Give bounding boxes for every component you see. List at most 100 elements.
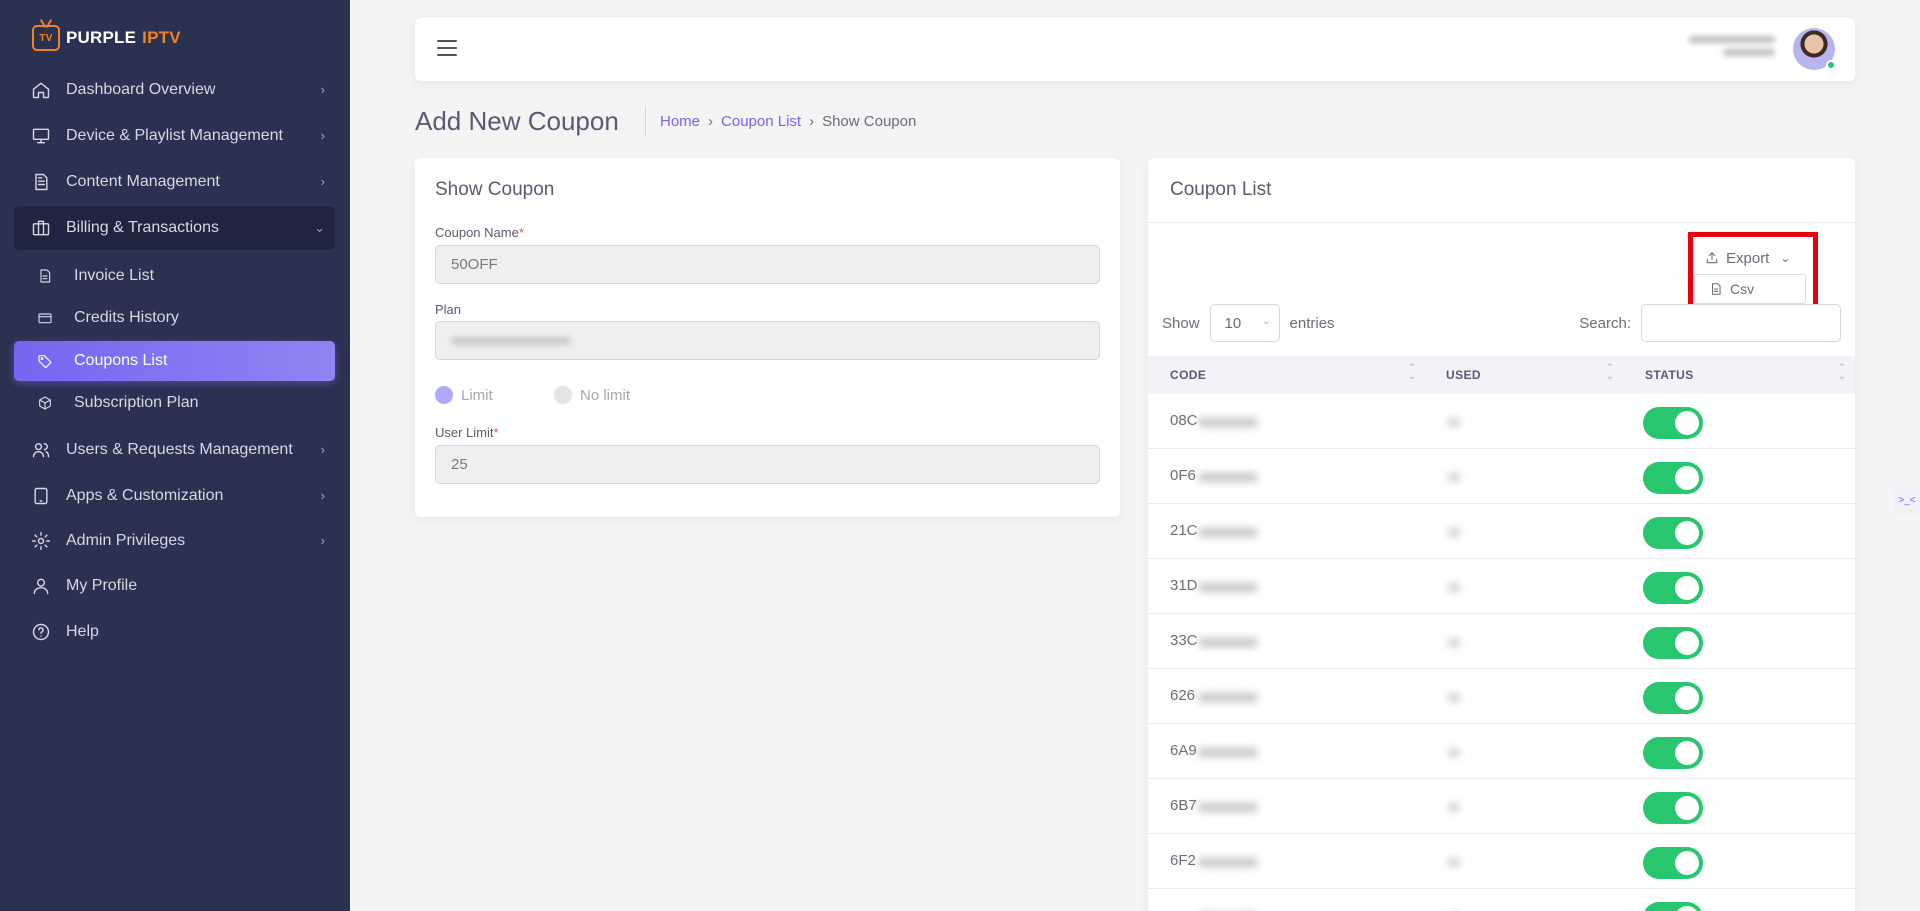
sidebar-item-label: Content Management [66, 173, 220, 190]
sidebar-item-label: Billing & Transactions [66, 219, 219, 236]
avatar[interactable] [1793, 28, 1836, 70]
sidebar-subitem-invoice-list[interactable]: Invoice List [14, 256, 335, 296]
required-mark: * [518, 225, 524, 240]
sidebar-item-label: Apps & Customization [66, 487, 224, 504]
coupon-code-blurred [1198, 528, 1258, 537]
coupon-code-cell: 6F2 [1170, 852, 1196, 869]
sidebar-item-label: My Profile [66, 577, 138, 594]
breadcrumb: Home › Coupon List › Show Coupon [660, 113, 916, 130]
sidebar-subitem-coupons-list[interactable]: Coupons List [14, 341, 335, 381]
toggle-knob [1675, 741, 1699, 765]
sidebar-item-label: Device & Playlist Management [66, 127, 283, 144]
status-toggle[interactable] [1643, 407, 1703, 439]
table-search: Search: [1579, 304, 1841, 342]
chevron-right-icon: › [320, 128, 325, 143]
sort-icon[interactable]: ⌃ ⌄ [1606, 363, 1614, 381]
radio-no-limit[interactable]: No limit [554, 386, 630, 404]
search-input[interactable] [1641, 304, 1841, 342]
table-row: 6F2 [1148, 834, 1855, 889]
sidebar-item-billing[interactable]: Billing & Transactions ⌄ [14, 206, 335, 250]
chevron-right-icon: › [320, 442, 325, 457]
user-icon [30, 575, 52, 597]
used-count-blurred [1448, 528, 1460, 537]
breadcrumb-coupon-list-link[interactable]: Coupon List [721, 113, 801, 130]
brand-logo[interactable]: TV PURPLE IPTV [32, 22, 181, 54]
monitor-icon [30, 125, 52, 147]
chevron-right-icon: › [320, 82, 325, 97]
sidebar-subitem-label: Subscription Plan [74, 394, 199, 411]
coupon-name-field[interactable]: 50OFF [435, 245, 1100, 284]
chevron-down-icon: ⌄ [1780, 251, 1791, 265]
required-mark: * [493, 425, 499, 440]
credit-card-icon [36, 309, 54, 327]
sidebar-item-content[interactable]: Content Management › [14, 160, 335, 204]
chevron-down-icon: ⌄ [314, 220, 325, 235]
toggle-knob [1675, 631, 1699, 655]
help-icon [30, 621, 52, 643]
sidebar-item-my-profile[interactable]: My Profile [14, 564, 335, 608]
user-limit-field[interactable]: 25 [435, 445, 1100, 484]
sidebar-item-label: Admin Privileges [66, 532, 186, 549]
hamburger-menu-icon[interactable] [437, 40, 457, 56]
column-header-status[interactable]: STATUS [1645, 368, 1694, 382]
export-csv-option[interactable]: Csv [1694, 274, 1806, 304]
status-toggle[interactable] [1643, 627, 1703, 659]
gear-icon [30, 530, 52, 552]
title-divider [645, 106, 646, 136]
table-row: 6B7 [1148, 779, 1855, 834]
table-row: 21C [1148, 504, 1855, 559]
sidebar-item-admin-privileges[interactable]: Admin Privileges › [14, 519, 335, 563]
status-toggle[interactable] [1643, 572, 1703, 604]
column-header-used[interactable]: USED [1446, 368, 1481, 382]
sidebar-item-help[interactable]: Help [14, 610, 335, 654]
sidebar: TV PURPLE IPTV Dashboard Overview › Devi… [0, 0, 350, 911]
breadcrumb-current: Show Coupon [822, 113, 917, 130]
toggle-knob [1675, 411, 1699, 435]
box-icon [36, 394, 54, 412]
status-toggle[interactable] [1643, 792, 1703, 824]
column-header-code[interactable]: CODE [1170, 368, 1206, 382]
breadcrumb-home-link[interactable]: Home [660, 113, 700, 130]
entries-select[interactable]: 10 ⌄ [1209, 304, 1280, 342]
status-toggle[interactable] [1643, 737, 1703, 769]
status-toggle[interactable] [1643, 517, 1703, 549]
tv-logo-icon: TV [32, 25, 60, 51]
sort-icon[interactable]: ⌃ ⌄ [1838, 363, 1846, 381]
breadcrumb-separator-icon: › [809, 113, 815, 130]
coupon-name-label: Coupon Name* [435, 225, 524, 240]
status-toggle[interactable] [1643, 902, 1703, 911]
status-toggle[interactable] [1643, 682, 1703, 714]
coupon-code-blurred [1198, 803, 1258, 812]
home-icon [30, 79, 52, 101]
csv-label: Csv [1730, 281, 1755, 297]
sidebar-item-label: Dashboard Overview [66, 81, 216, 98]
sidebar-item-device-playlist[interactable]: Device & Playlist Management › [14, 114, 335, 158]
customizer-toggle-icon[interactable]: >_< [1894, 488, 1920, 514]
online-status-dot [1826, 60, 1836, 70]
sort-icon[interactable]: ⌃ ⌄ [1408, 363, 1416, 381]
chevron-right-icon: › [320, 533, 325, 548]
coupon-code-cell: 6B7 [1170, 797, 1197, 814]
sidebar-item-apps-customization[interactable]: Apps & Customization › [14, 474, 335, 518]
used-count-blurred [1448, 693, 1460, 702]
toggle-knob [1675, 796, 1699, 820]
table-row: 626 [1148, 669, 1855, 724]
logo-purple-text: PURPLE [66, 28, 137, 47]
radio-limit[interactable]: Limit [435, 386, 493, 404]
export-dropdown: Export ⌄ Csv [1688, 236, 1814, 308]
status-toggle[interactable] [1643, 847, 1703, 879]
share-icon [1706, 252, 1718, 264]
sidebar-item-users-requests[interactable]: Users & Requests Management › [14, 428, 335, 472]
sidebar-item-dashboard[interactable]: Dashboard Overview › [14, 68, 335, 112]
plan-field[interactable] [435, 321, 1100, 360]
used-count-blurred [1448, 858, 1460, 867]
sidebar-subitem-label: Invoice List [74, 267, 155, 284]
sidebar-subitem-credits-history[interactable]: Credits History [14, 298, 335, 338]
radio-no-limit-label: No limit [580, 386, 631, 404]
page-title: Add New Coupon [415, 106, 619, 136]
briefcase-icon [30, 217, 52, 239]
status-toggle[interactable] [1643, 462, 1703, 494]
entries-label: entries [1289, 314, 1335, 332]
export-button[interactable]: Export ⌄ [1695, 242, 1803, 274]
sidebar-subitem-subscription-plan[interactable]: Subscription Plan [14, 383, 335, 423]
